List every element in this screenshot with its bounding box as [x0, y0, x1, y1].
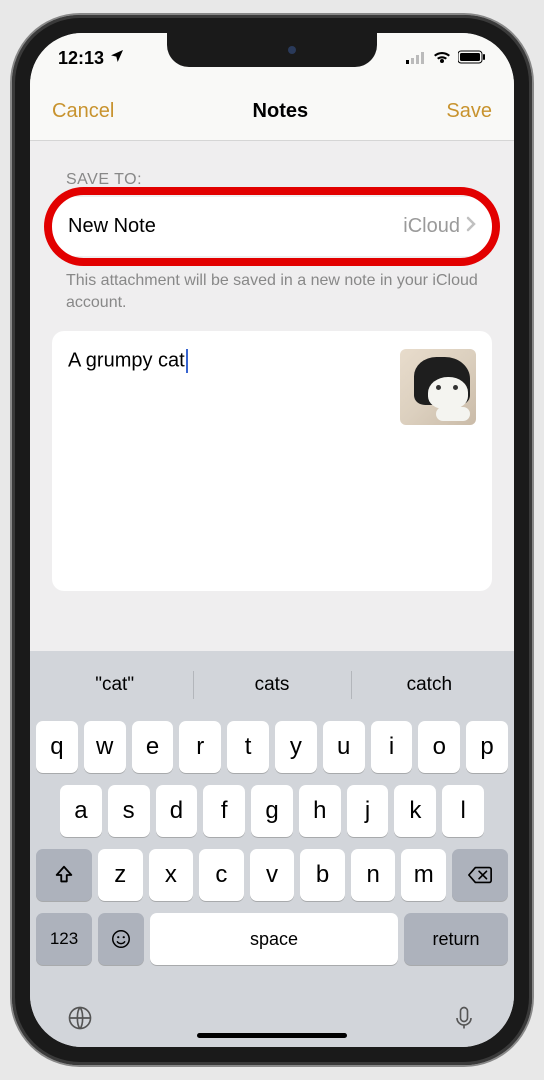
- key-row-2: a s d f g h j k l: [36, 785, 508, 837]
- key-f[interactable]: f: [203, 785, 245, 837]
- save-destination-row[interactable]: New Note iCloud: [52, 197, 492, 256]
- attachment-thumbnail[interactable]: [400, 349, 476, 425]
- key-q[interactable]: q: [36, 721, 78, 773]
- key-x[interactable]: x: [149, 849, 194, 901]
- key-j[interactable]: j: [347, 785, 389, 837]
- key-h[interactable]: h: [299, 785, 341, 837]
- key-c[interactable]: c: [199, 849, 244, 901]
- key-z[interactable]: z: [98, 849, 143, 901]
- key-n[interactable]: n: [351, 849, 396, 901]
- page-title: Notes: [253, 100, 309, 123]
- suggestion-bar: "cat" cats catch: [36, 659, 508, 711]
- suggestion-1[interactable]: cats: [193, 659, 350, 711]
- note-editor[interactable]: A grumpy cat: [52, 331, 492, 591]
- key-a[interactable]: a: [60, 785, 102, 837]
- battery-icon: [458, 48, 486, 69]
- key-y[interactable]: y: [275, 721, 317, 773]
- key-t[interactable]: t: [227, 721, 269, 773]
- clock: 12:13: [58, 48, 104, 69]
- notch: [167, 33, 377, 67]
- save-button[interactable]: Save: [446, 100, 492, 123]
- save-to-label: SAVE TO:: [52, 171, 492, 189]
- key-b[interactable]: b: [300, 849, 345, 901]
- key-row-1: q w e r t y u i o p: [36, 721, 508, 773]
- space-key[interactable]: space: [150, 913, 398, 965]
- suggestion-0[interactable]: "cat": [36, 659, 193, 711]
- phone-frame: 12:13 Cancel Notes Save: [12, 15, 532, 1065]
- key-u[interactable]: u: [323, 721, 365, 773]
- key-e[interactable]: e: [132, 721, 174, 773]
- key-l[interactable]: l: [442, 785, 484, 837]
- key-g[interactable]: g: [251, 785, 293, 837]
- key-s[interactable]: s: [108, 785, 150, 837]
- key-k[interactable]: k: [394, 785, 436, 837]
- mic-icon[interactable]: [450, 1004, 478, 1037]
- key-v[interactable]: v: [250, 849, 295, 901]
- cellular-icon: [406, 48, 426, 69]
- chevron-right-icon: [466, 215, 476, 238]
- key-row-3: z x c v b n m: [36, 849, 508, 901]
- keyboard: "cat" cats catch q w e r t y u i o p a s…: [30, 651, 514, 1047]
- nav-bar: Cancel Notes Save: [30, 83, 514, 141]
- text-cursor: [186, 349, 188, 373]
- key-p[interactable]: p: [466, 721, 508, 773]
- location-icon: [109, 48, 125, 69]
- key-m[interactable]: m: [401, 849, 446, 901]
- home-indicator[interactable]: [197, 1033, 347, 1038]
- key-o[interactable]: o: [418, 721, 460, 773]
- globe-icon[interactable]: [66, 1004, 94, 1037]
- note-text: A grumpy cat: [68, 349, 185, 371]
- destination-title: New Note: [68, 215, 156, 238]
- suggestion-2[interactable]: catch: [351, 659, 508, 711]
- cancel-button[interactable]: Cancel: [52, 100, 114, 123]
- key-row-4: 123 space return: [36, 913, 508, 965]
- return-key[interactable]: return: [404, 913, 508, 965]
- numbers-key[interactable]: 123: [36, 913, 92, 965]
- backspace-key[interactable]: [452, 849, 508, 901]
- key-d[interactable]: d: [156, 785, 198, 837]
- destination-subtitle: This attachment will be saved in a new n…: [52, 256, 492, 331]
- key-w[interactable]: w: [84, 721, 126, 773]
- shift-key[interactable]: [36, 849, 92, 901]
- destination-account: iCloud: [403, 215, 460, 238]
- emoji-key[interactable]: [98, 913, 144, 965]
- wifi-icon: [432, 48, 452, 69]
- screen: 12:13 Cancel Notes Save: [30, 33, 514, 1047]
- key-r[interactable]: r: [179, 721, 221, 773]
- key-i[interactable]: i: [371, 721, 413, 773]
- content-area: SAVE TO: New Note iCloud This attachment…: [30, 141, 514, 651]
